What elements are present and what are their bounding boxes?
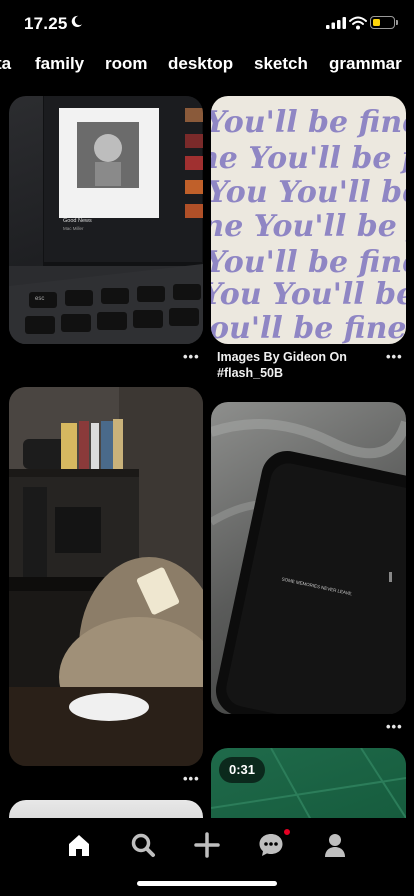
song-artist: Mac Miller xyxy=(63,226,84,231)
tab-family[interactable]: family xyxy=(35,54,84,74)
more-options-icon[interactable]: ••• xyxy=(386,719,403,734)
typography-pattern: You'll be fine ne You'll be fine You You… xyxy=(211,105,406,344)
more-options-icon[interactable]: ••• xyxy=(386,349,403,364)
nav-search[interactable] xyxy=(125,827,161,863)
pin-typography[interactable]: You'll be fine ne You'll be fine You You… xyxy=(211,96,406,344)
wifi-icon xyxy=(349,16,367,30)
svg-text:You You'll be: You You'll be xyxy=(211,175,406,210)
desk-illustration xyxy=(9,387,203,766)
home-indicator[interactable] xyxy=(137,881,277,886)
notification-dot xyxy=(283,828,291,836)
create-icon xyxy=(194,832,220,858)
tab-sketch[interactable]: sketch xyxy=(254,54,308,74)
tablet-illustration xyxy=(211,419,406,714)
pin-laptop-photo[interactable]: Good News Mac Miller esc xyxy=(9,96,203,344)
more-options-icon[interactable]: ••• xyxy=(183,771,200,786)
status-bar: 17.25 xyxy=(0,0,414,46)
video-duration: 0:31 xyxy=(219,757,266,783)
status-time: 17.25 xyxy=(24,14,68,33)
svg-text:ne You'll be fine: ne You'll be fine xyxy=(211,141,406,176)
search-icon xyxy=(131,833,155,857)
pin-desk-photo[interactable] xyxy=(9,387,203,766)
pin-tablet-photo[interactable]: SOME MEMORIES NEVER LEAVE. xyxy=(211,402,406,714)
song-title: Good News xyxy=(63,218,92,224)
svg-text:You'll be fine: You'll be fine xyxy=(211,105,406,140)
key-esc: esc xyxy=(35,296,45,302)
home-icon xyxy=(69,835,89,856)
more-options-icon[interactable]: ••• xyxy=(183,349,200,364)
moon-icon xyxy=(71,15,83,27)
svg-text:You'll be fine: You'll be fine xyxy=(211,245,406,280)
category-tabs: ta family room desktop sketch grammar xyxy=(0,46,414,82)
svg-text:ine You'll be fi: ine You'll be fi xyxy=(211,209,406,244)
svg-text:ou'll be fine: ou'll be fine xyxy=(211,311,406,344)
messages-icon xyxy=(259,834,283,856)
profile-icon xyxy=(325,834,345,857)
battery-icon xyxy=(370,16,398,29)
tab-room[interactable]: room xyxy=(105,54,148,74)
nav-profile[interactable] xyxy=(317,827,353,863)
laptop-illustration xyxy=(9,96,203,344)
tab-desktop[interactable]: desktop xyxy=(168,54,233,74)
nav-home[interactable] xyxy=(61,827,97,863)
signal-icon xyxy=(326,17,346,29)
tab-partial[interactable]: ta xyxy=(0,54,11,74)
nav-create[interactable] xyxy=(189,827,225,863)
pin-caption[interactable]: Images By Gideon On #flash_50B xyxy=(217,349,382,381)
tab-grammar[interactable]: grammar xyxy=(329,54,402,74)
svg-text:You You'll be fine: You You'll be fine xyxy=(211,277,406,312)
